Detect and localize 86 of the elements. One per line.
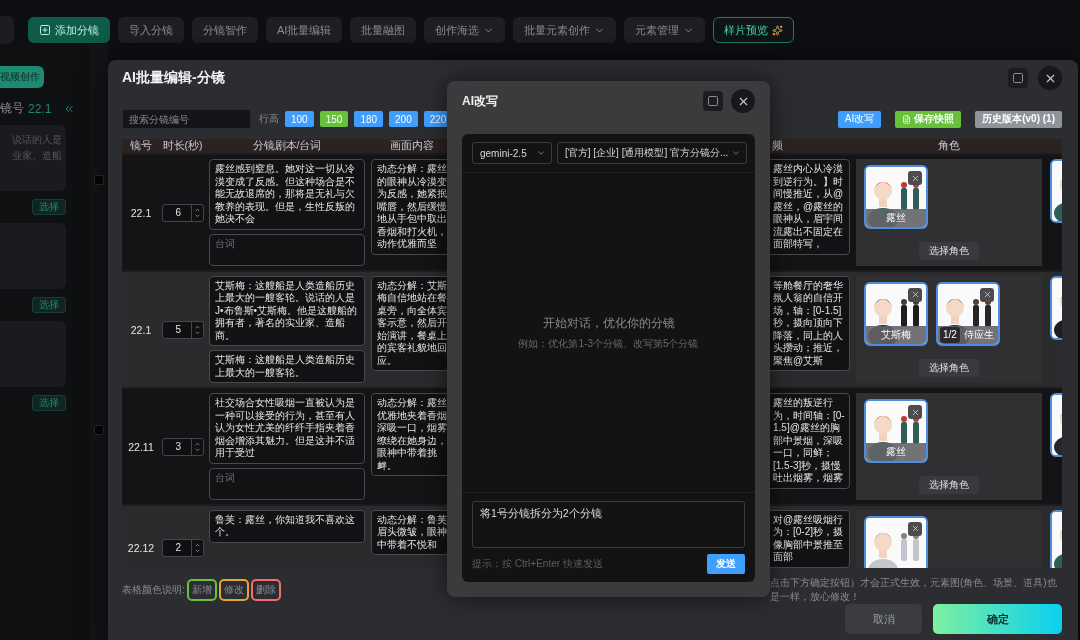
dialog-title: AI改写 xyxy=(462,92,499,110)
video-create-button[interactable]: 视频创作 xyxy=(0,66,44,88)
chevron-down-icon xyxy=(731,148,742,158)
column-header: 频 xyxy=(771,139,784,154)
character-name: 露丝 xyxy=(866,443,926,462)
spinner-icon[interactable] xyxy=(190,204,203,221)
toolbar-button[interactable]: 添加分镜 xyxy=(28,17,110,43)
legend-tag: 删除 xyxy=(250,579,281,601)
toolbar-button[interactable]: 元素管理 xyxy=(624,17,706,43)
toolbar-button[interactable]: 创作海选 xyxy=(424,17,506,43)
shot-number: 22.1 xyxy=(130,206,152,219)
toolbar-button[interactable]: 批量元素创作 xyxy=(513,17,617,43)
spinner-icon[interactable] xyxy=(190,321,203,338)
document-icon xyxy=(902,114,912,124)
character-name: 露丝 xyxy=(866,209,926,228)
column-header: 镜号 xyxy=(129,139,153,154)
dialog-title: AI批量编辑-分镜 xyxy=(122,69,226,88)
model-select[interactable]: gemini-2.5 xyxy=(472,142,552,164)
empty-example: 例如：优化第1-3个分镜、改写第5个分镜 xyxy=(518,336,699,351)
close-icon xyxy=(982,290,992,300)
close-button[interactable] xyxy=(908,171,922,186)
select-button[interactable]: 选择 xyxy=(32,297,66,313)
maximize-button[interactable] xyxy=(703,91,723,111)
shot-number: 22.11 xyxy=(128,440,154,453)
close-icon xyxy=(910,524,920,534)
close-button[interactable] xyxy=(731,89,755,113)
column-header: 画面内容 xyxy=(389,139,435,154)
column-header: 角色 xyxy=(937,139,961,154)
close-icon xyxy=(910,290,920,300)
column-header: 分镜剧本/台词 xyxy=(251,139,323,154)
legend-tag: 修改 xyxy=(218,579,249,601)
legend-tag: 新增 xyxy=(186,579,217,601)
legend-label: 表格颜色说明: xyxy=(122,583,185,597)
close-icon xyxy=(910,173,920,183)
dialogue-field[interactable]: 艾斯梅：这艘船是人类造船历史上最大的一艘客轮。 xyxy=(209,350,365,384)
duration-field[interactable]: 6 xyxy=(161,203,204,222)
character-card[interactable]: 露丝 xyxy=(864,399,928,464)
maximize-button[interactable] xyxy=(1008,68,1028,89)
character-card[interactable]: 露丝 xyxy=(864,165,928,230)
toolbar-button[interactable]: 样片预览 xyxy=(713,17,795,43)
message-field[interactable]: 将1号分镜拆分为2个分镜 xyxy=(472,501,745,548)
close-button[interactable] xyxy=(1038,66,1062,91)
confirm-button[interactable]: 确定 xyxy=(933,604,1062,634)
spinner-icon[interactable] xyxy=(190,438,203,455)
checkbox[interactable] xyxy=(94,175,104,185)
select-button[interactable]: 选择 xyxy=(32,199,66,215)
shot-number: 22.1 xyxy=(130,323,152,336)
script-field[interactable]: 社交场合女性吸烟一直被认为是一种可以接受的行为，甚至有人认为女性尤美的纤纤手指夹着香烟会增添其魅力。但是这并不适用于受过 xyxy=(209,393,365,464)
spinner-icon[interactable] xyxy=(190,539,203,556)
duration-field[interactable]: 3 xyxy=(161,437,204,456)
script-field[interactable]: 露丝感到窒息。她对这一切从冷漠变成了反感。但这种场合是不能无故退席的，那将是无礼与欠教养的表现。但是，生性反叛的她决不会 xyxy=(209,159,365,230)
select-role-button[interactable]: 选择角色 xyxy=(919,241,979,260)
script-field[interactable]: 艾斯梅：这艘船是人类造船历史上最大的一艘客轮。说话的人是J•布鲁斯•艾斯梅。他是这艘船的拥有者，著名的实业家、造船商。 xyxy=(209,275,365,347)
dialogue-field[interactable]: 台词 xyxy=(209,467,365,500)
character-card[interactable] xyxy=(864,515,928,568)
select-role-button[interactable]: 选择角色 xyxy=(919,475,979,494)
close-button[interactable] xyxy=(908,405,922,420)
preset-select[interactable]: [官方] [企业] [通用模型] 官方分镜分... xyxy=(557,142,748,164)
shot-label: 镜号 xyxy=(0,100,24,117)
shot-number: 22.1 xyxy=(28,101,52,116)
checkbox[interactable] xyxy=(94,425,104,435)
maximize-icon xyxy=(1012,72,1024,85)
search-field[interactable]: 搜索分镜编号 xyxy=(122,109,251,130)
select-button[interactable]: 选择 xyxy=(32,395,66,411)
sparkle-icon xyxy=(772,24,784,36)
column-header: 时长(秒) xyxy=(161,139,204,154)
chevron-down-icon xyxy=(536,148,546,158)
character-card[interactable]: 艾斯梅 xyxy=(864,281,928,346)
duration-field[interactable]: 2 xyxy=(161,538,204,557)
add-icon xyxy=(39,24,51,36)
script-field[interactable]: 鲁芙：露丝，你知道我不喜欢这个。 xyxy=(209,509,365,543)
empty-title: 开始对话，优化你的分镜 xyxy=(542,314,675,332)
select-role-button[interactable]: 选择角色 xyxy=(919,359,979,378)
duration-field[interactable]: 5 xyxy=(161,320,204,339)
toolbar-button[interactable]: 分镜智作 xyxy=(192,17,258,43)
cancel-button[interactable]: 取消 xyxy=(845,604,922,634)
dialogue-field[interactable]: 台词 xyxy=(209,233,365,266)
toolbar-button[interactable]: 导入分镜 xyxy=(118,17,184,43)
maximize-icon xyxy=(707,95,719,107)
toolbar-button[interactable]: 批量融图 xyxy=(350,17,417,43)
character-card[interactable]: 1/2 侍应生 xyxy=(936,281,1000,346)
row-height-label: 行高 xyxy=(259,112,279,127)
shot-number: 22.12 xyxy=(127,541,155,554)
close-icon xyxy=(910,407,920,417)
toolbar-button[interactable]: AI批量编辑 xyxy=(266,17,343,43)
hint-text: 提示：按 Ctrl+Enter 快速发送 xyxy=(472,557,603,571)
